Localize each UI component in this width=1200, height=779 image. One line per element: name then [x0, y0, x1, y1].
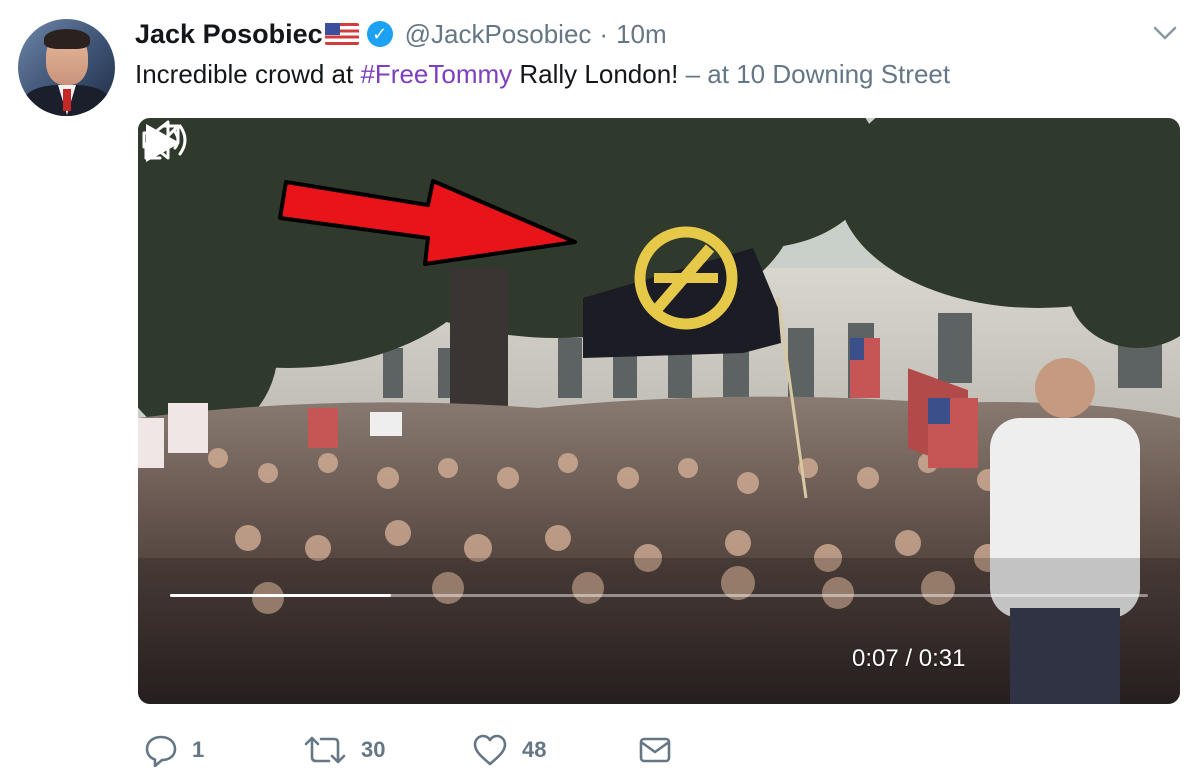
- avatar-tie: [63, 89, 71, 111]
- like-button[interactable]: 48: [472, 730, 546, 770]
- like-count: 48: [522, 737, 547, 762]
- retweet-button[interactable]: 30: [303, 730, 385, 770]
- chevron-down-icon[interactable]: [1150, 20, 1180, 46]
- tweet-text: Incredible crowd at #FreeTommy Rally Lon…: [135, 56, 950, 92]
- tweet-header: Jack Posobiec ✓ @JackPosobiec · 10m: [135, 14, 667, 54]
- tweet-timestamp[interactable]: 10m: [616, 19, 667, 50]
- avatar-hair: [44, 29, 90, 49]
- us-flag-icon: [324, 23, 359, 45]
- video-frame: [138, 118, 1180, 704]
- like-icon: [473, 734, 507, 766]
- author-handle[interactable]: @JackPosobiec: [405, 19, 592, 50]
- avatar[interactable]: [18, 19, 115, 116]
- rally-sign: [168, 403, 208, 453]
- current-time: 0:07: [852, 645, 899, 672]
- reply-icon: [145, 735, 177, 767]
- verified-badge-icon: ✓: [366, 21, 393, 47]
- message-button[interactable]: [638, 730, 672, 770]
- video-timecode: 0:07 / 0:31: [852, 645, 965, 673]
- reply-button[interactable]: 1: [144, 730, 204, 770]
- hashtag-link[interactable]: #FreeTommy: [360, 59, 512, 89]
- video-progress-bar[interactable]: [170, 594, 1148, 597]
- location-link[interactable]: – at 10 Downing Street: [686, 59, 951, 89]
- author-name[interactable]: Jack Posobiec: [135, 19, 323, 50]
- message-icon: [639, 737, 671, 763]
- header-separator: ·: [599, 18, 609, 49]
- retweet-count: 30: [361, 737, 386, 762]
- tweet-text-after: Rally London!: [512, 59, 686, 89]
- video-player[interactable]: 0:07 / 0:31: [138, 118, 1180, 704]
- tweet-text-before: Incredible crowd at: [135, 59, 361, 89]
- video-progress-fill: [170, 594, 392, 597]
- fullscreen-icon[interactable]: [138, 118, 186, 166]
- reply-count: 1: [192, 737, 205, 762]
- time-separator: /: [898, 645, 919, 672]
- retweet-icon: [304, 736, 346, 764]
- duration: 0:31: [918, 645, 966, 672]
